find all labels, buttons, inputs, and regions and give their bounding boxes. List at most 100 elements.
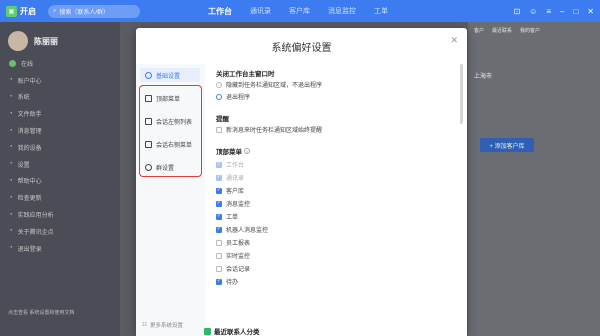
sidebar-item-devices[interactable]: ◔ 我的设备 xyxy=(0,139,120,156)
checkbox-contacts: ✓ 通讯录 xyxy=(216,173,244,182)
search-input[interactable]: ⌕ 搜索（联系人/群） xyxy=(48,4,140,18)
more-settings-link[interactable]: ☷ 更多系统设置 xyxy=(142,321,183,329)
sidebar-item-settings[interactable]: ◔ 设置 xyxy=(0,156,120,173)
top-nav-monitor[interactable]: 消息监控 xyxy=(328,6,356,16)
sidebar-item-label: 检查更新 xyxy=(17,196,42,203)
user-icon[interactable]: ☺ xyxy=(529,7,537,16)
checkbox-tickets[interactable]: ✓ 工单 xyxy=(216,212,238,221)
checkbox-robot-monitor[interactable]: ✓ 机器人消息监控 xyxy=(216,225,268,234)
sidebar-item-label: 我的设备 xyxy=(17,145,42,152)
sidebar-item-system[interactable]: ◔ 系统 xyxy=(0,89,120,106)
radio-selected-icon xyxy=(216,93,222,100)
checkbox-realtime-monitor[interactable]: 实时监控 xyxy=(216,251,250,260)
option-label: 机器人消息监控 xyxy=(226,228,269,234)
sidebar-item-file-helper[interactable]: ◔ 文件助手 xyxy=(0,105,120,122)
sidebar-item-help[interactable]: ◔ 帮助中心 xyxy=(0,173,120,190)
checkbox-todo[interactable]: ✓ 待办 xyxy=(216,277,238,286)
option-label: 退出程序 xyxy=(226,95,251,101)
nav-footer-label: 更多系统设置 xyxy=(149,323,183,329)
nav-label: 顶部菜单 xyxy=(156,96,181,103)
checkbox-checked-icon: ✓ xyxy=(216,174,222,181)
add-customer-button[interactable]: + 添加客户库 xyxy=(480,138,534,152)
gear-icon: ◔ xyxy=(9,161,13,168)
profile[interactable]: 陈丽丽 xyxy=(0,22,120,55)
recent-contacts-section-title: 最近联系人分类 xyxy=(204,326,260,336)
nav-label: 会话右侧菜单 xyxy=(156,142,193,149)
option-label: 会话记录 xyxy=(226,267,251,273)
sidebar-item-label: 帮助中心 xyxy=(17,179,42,186)
more-icon: ☷ xyxy=(142,322,147,328)
sidebar-item-label: 在线 xyxy=(21,61,34,68)
nav-top-menu[interactable]: 顶部菜单 xyxy=(140,91,200,105)
message-icon: ◔ xyxy=(9,127,13,134)
close-icon[interactable]: ✕ xyxy=(450,35,458,46)
info-icon[interactable]: i xyxy=(244,148,250,154)
checkbox-checked-icon: ✓ xyxy=(216,200,222,207)
checkbox-checked-icon: ✓ xyxy=(216,161,222,168)
screenshot-icon[interactable]: ⊡ xyxy=(513,7,520,16)
sidebar-item-label: 退出登录 xyxy=(17,246,42,253)
left-list-icon xyxy=(145,117,152,125)
section-title-text: 顶部菜单 xyxy=(216,149,242,156)
option-label: 隐藏到任务栏通知区域，不退出程序 xyxy=(226,83,323,89)
checkbox-message-monitor[interactable]: ✓ 消息监控 xyxy=(216,199,250,208)
avatar[interactable] xyxy=(8,31,28,51)
sidebar-footer[interactable]: 点击查看 系统设置和使用文档 xyxy=(8,309,74,316)
option-label: 新消息来时任务栏通知区域始终提醒 xyxy=(226,128,323,134)
radio-hide-to-tray[interactable]: 隐藏到任务栏通知区域，不退出程序 xyxy=(216,80,322,89)
tab-recent[interactable]: 最近联系 xyxy=(492,27,512,34)
checkbox-icon xyxy=(216,265,222,272)
nav-label: 基础设置 xyxy=(156,73,181,80)
radio-exit-program[interactable]: 退出程序 xyxy=(216,92,250,101)
sidebar-item-label: 系统 xyxy=(17,95,30,102)
nav-group-settings[interactable]: 群设置 xyxy=(140,160,200,174)
option-label: 工单 xyxy=(226,215,239,221)
app-logo: ▣ 开启 xyxy=(6,5,36,17)
checkbox-checked-icon: ✓ xyxy=(216,278,222,285)
location-label: 上海市 xyxy=(474,74,493,80)
checkbox-customer-library[interactable]: ✓ 客户库 xyxy=(216,186,244,195)
top-nav-customers[interactable]: 客户库 xyxy=(289,6,310,16)
preferences-dialog: 系统偏好设置 ✕ 基础设置 顶部菜单 会话左侧列表 会话右侧菜单 群设置 ☷ 更… xyxy=(136,28,467,336)
status-dot-icon xyxy=(9,59,16,67)
tab-customers[interactable]: 客户 xyxy=(474,27,484,34)
top-nav-contacts[interactable]: 通讯录 xyxy=(250,6,271,16)
nav-session-left-list[interactable]: 会话左侧列表 xyxy=(140,114,200,128)
sidebar-item-analysis[interactable]: ◔ 实践应用分析 xyxy=(0,206,120,223)
checkbox-icon xyxy=(216,239,222,246)
option-label: 消息监控 xyxy=(226,202,251,208)
top-nav: 工作台 通讯录 客户库 消息监控 工单 xyxy=(208,0,388,22)
checkbox-icon xyxy=(216,252,222,259)
checkbox-checked-icon: ✓ xyxy=(216,213,222,220)
checkbox-staff-report[interactable]: 员工报表 xyxy=(216,238,250,247)
radio-icon xyxy=(216,81,222,88)
close-window-icon[interactable]: ✕ xyxy=(587,7,594,16)
sidebar-item-about[interactable]: ◔ 关于腾讯企点 xyxy=(0,223,120,240)
top-nav-workbench[interactable]: 工作台 xyxy=(208,6,232,17)
menu-icon[interactable]: ≡ xyxy=(546,7,551,16)
sidebar-item-account[interactable]: ◔ 账户中心 xyxy=(0,72,120,89)
top-nav-tickets[interactable]: 工单 xyxy=(374,6,388,16)
checkbox-tray-reminder[interactable]: 新消息来时任务栏通知区域始终提醒 xyxy=(216,125,322,134)
info-icon: ◔ xyxy=(9,228,13,235)
sidebar-item-label: 设置 xyxy=(17,162,30,169)
help-icon: ◔ xyxy=(9,177,13,184)
search-icon: ⌕ xyxy=(53,7,57,14)
sidebar-item-logout[interactable]: ◔ 退出登录 xyxy=(0,240,120,257)
nav-label: 群设置 xyxy=(156,165,175,172)
sidebar-item-messages[interactable]: ◔ 消息管理 xyxy=(0,122,120,139)
nav-basic-settings[interactable]: 基础设置 xyxy=(140,68,200,82)
maximize-icon[interactable]: □ xyxy=(573,7,578,16)
sidebar-item-label: 关于腾讯企点 xyxy=(17,229,54,236)
settings-nav: 基础设置 顶部菜单 会话左侧列表 会话右侧菜单 群设置 ☷ 更多系统设置 xyxy=(136,64,205,336)
tab-my-customers[interactable]: 我的客户 xyxy=(520,27,540,34)
nav-session-right-menu[interactable]: 会话右侧菜单 xyxy=(140,137,200,151)
scrollbar[interactable] xyxy=(460,64,463,124)
option-label: 实时监控 xyxy=(226,254,251,260)
checkbox-chat-records[interactable]: 会话记录 xyxy=(216,264,250,273)
gear-icon xyxy=(145,71,152,79)
user-name: 陈丽丽 xyxy=(34,36,58,46)
sidebar-item-online[interactable]: 在线 xyxy=(0,55,120,72)
minimize-icon[interactable]: – xyxy=(560,7,564,16)
sidebar-item-update[interactable]: ◔ 检查更新 xyxy=(0,189,120,206)
